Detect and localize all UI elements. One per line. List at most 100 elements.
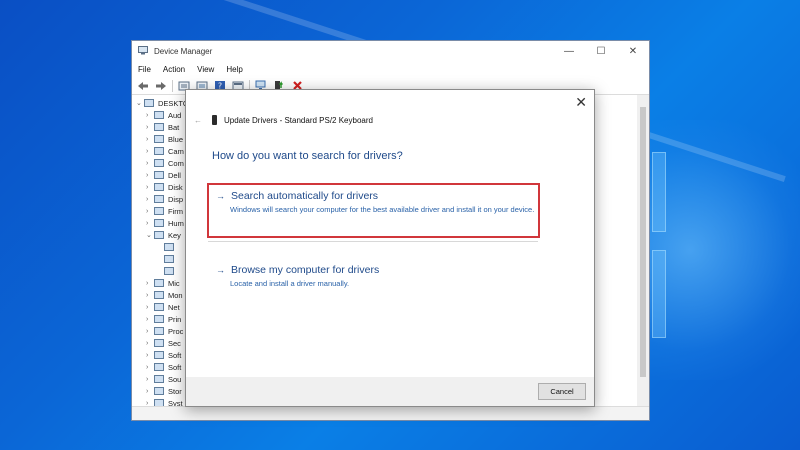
tree-item-label: Cam bbox=[168, 146, 184, 156]
menu-action[interactable]: Action bbox=[163, 65, 185, 74]
tree-item[interactable]: › Stor bbox=[136, 385, 189, 397]
tree-item-label: Sec bbox=[168, 338, 181, 348]
option-title: Browse my computer for drivers bbox=[231, 264, 380, 276]
chevron-right-icon[interactable]: › bbox=[146, 352, 154, 359]
device-tree: ⌄ DESKTO › Aud › Bat › Blue › Cam › Com › Dell › Disk › D… bbox=[136, 97, 189, 409]
cancel-button[interactable]: Cancel bbox=[538, 383, 586, 400]
chevron-right-icon[interactable]: › bbox=[146, 388, 154, 395]
device-category-icon bbox=[154, 387, 164, 395]
tree-item-label: Mon bbox=[168, 290, 183, 300]
maximize-button[interactable]: ☐ bbox=[585, 46, 617, 57]
forward-arrow-icon[interactable] bbox=[154, 80, 168, 92]
tree-item[interactable]: › Sou bbox=[136, 373, 189, 385]
chevron-right-icon[interactable]: › bbox=[146, 280, 154, 287]
tree-item-label: Blue bbox=[168, 134, 184, 144]
tree-item[interactable]: › Cam bbox=[136, 145, 189, 157]
tree-item-label: Dell bbox=[168, 170, 181, 180]
chevron-down-icon[interactable]: ⌄ bbox=[136, 99, 144, 107]
chevron-right-icon[interactable]: › bbox=[146, 112, 154, 119]
close-button[interactable]: ✕ bbox=[617, 46, 649, 57]
tree-item[interactable]: › Blue bbox=[136, 133, 189, 145]
dialog-footer: Cancel bbox=[186, 377, 594, 406]
chevron-right-icon[interactable]: › bbox=[146, 304, 154, 311]
chevron-right-icon[interactable]: › bbox=[146, 160, 154, 167]
tree-item[interactable]: › Prin bbox=[136, 313, 189, 325]
browse-computer-option[interactable]: → Browse my computer for drivers Locate … bbox=[208, 261, 538, 301]
chevron-right-icon[interactable]: › bbox=[146, 172, 154, 179]
tree-item[interactable]: › Proc bbox=[136, 325, 189, 337]
back-arrow-icon[interactable]: ← bbox=[194, 116, 202, 125]
tree-item[interactable]: › Sec bbox=[136, 337, 189, 349]
tree-item[interactable]: › Bat bbox=[136, 121, 189, 133]
device-category-icon bbox=[154, 363, 164, 371]
tree-item[interactable]: › Com bbox=[136, 157, 189, 169]
tree-item[interactable] bbox=[136, 241, 189, 253]
device-category-icon bbox=[164, 255, 174, 263]
tree-item[interactable]: › Soft bbox=[136, 361, 189, 373]
chevron-right-icon[interactable]: › bbox=[146, 340, 154, 347]
tree-item-label: Hum bbox=[168, 218, 184, 228]
tree-item[interactable]: › Disk bbox=[136, 181, 189, 193]
dialog-title: Update Drivers - Standard PS/2 Keyboard bbox=[224, 115, 373, 125]
device-category-icon bbox=[154, 291, 164, 299]
chevron-right-icon[interactable]: › bbox=[146, 208, 154, 215]
tree-item[interactable]: › Firm bbox=[136, 205, 189, 217]
device-category-icon bbox=[164, 243, 174, 251]
tree-item[interactable]: › Mic bbox=[136, 277, 189, 289]
wallpaper-logo-pane bbox=[652, 250, 666, 338]
tree-item-label: Soft bbox=[168, 350, 182, 360]
menu-file[interactable]: File bbox=[138, 65, 151, 74]
chevron-right-icon[interactable]: › bbox=[146, 328, 154, 335]
tree-item[interactable]: › Net bbox=[136, 301, 189, 313]
device-category-icon bbox=[154, 375, 164, 383]
device-category-icon bbox=[154, 231, 164, 239]
chevron-right-icon[interactable]: › bbox=[146, 220, 154, 227]
tree-item[interactable]: › Mon bbox=[136, 289, 189, 301]
tree-item-label: Prin bbox=[168, 314, 182, 324]
tree-item[interactable]: › Disp bbox=[136, 193, 189, 205]
vertical-scrollbar[interactable] bbox=[637, 95, 649, 406]
device-category-icon bbox=[154, 207, 164, 215]
chevron-right-icon[interactable]: › bbox=[146, 124, 154, 131]
chevron-right-icon[interactable]: › bbox=[146, 364, 154, 371]
dialog-question: How do you want to search for drivers? bbox=[212, 150, 403, 162]
scrollbar-thumb[interactable] bbox=[640, 107, 646, 377]
dialog-close-icon[interactable]: ✕ bbox=[575, 94, 587, 111]
tree-root[interactable]: ⌄ DESKTO bbox=[136, 97, 189, 109]
device-category-icon bbox=[154, 339, 164, 347]
chevron-right-icon[interactable]: › bbox=[146, 316, 154, 323]
menu-bar: File Action View Help bbox=[132, 61, 649, 77]
tree-item-label: Bat bbox=[168, 122, 180, 132]
device-category-icon bbox=[154, 159, 164, 167]
back-arrow-icon[interactable] bbox=[136, 80, 150, 92]
tree-item-label: Aud bbox=[168, 110, 182, 120]
chevron-right-icon[interactable]: › bbox=[146, 148, 154, 155]
device-category-icon bbox=[154, 171, 164, 179]
tree-item[interactable]: › Hum bbox=[136, 217, 189, 229]
tree-item[interactable]: › Aud bbox=[136, 109, 189, 121]
tree-item[interactable] bbox=[136, 253, 189, 265]
minimize-button[interactable]: — bbox=[553, 46, 585, 57]
menu-help[interactable]: Help bbox=[226, 65, 242, 74]
menu-view[interactable]: View bbox=[197, 65, 214, 74]
device-category-icon bbox=[154, 111, 164, 119]
tree-item[interactable] bbox=[136, 265, 189, 277]
chevron-down-icon[interactable]: ⌄ bbox=[146, 231, 154, 239]
tree-item[interactable]: › Soft bbox=[136, 349, 189, 361]
tree-item-label: Disk bbox=[168, 182, 183, 192]
tree-item[interactable]: ⌄ Key bbox=[136, 229, 189, 241]
device-category-icon bbox=[154, 327, 164, 335]
tree-item[interactable]: › Dell bbox=[136, 169, 189, 181]
highlight-annotation bbox=[207, 183, 540, 238]
tree-item-label: Firm bbox=[168, 206, 183, 216]
option-divider bbox=[208, 241, 538, 242]
right-arrow-icon: → bbox=[216, 265, 225, 275]
chevron-right-icon[interactable]: › bbox=[146, 136, 154, 143]
chevron-right-icon[interactable]: › bbox=[146, 184, 154, 191]
device-category-icon bbox=[164, 267, 174, 275]
chevron-right-icon[interactable]: › bbox=[146, 196, 154, 203]
chevron-right-icon[interactable]: › bbox=[146, 376, 154, 383]
chevron-right-icon[interactable]: › bbox=[146, 292, 154, 299]
tree-item-label: Key bbox=[168, 230, 181, 240]
computer-icon bbox=[144, 99, 154, 107]
